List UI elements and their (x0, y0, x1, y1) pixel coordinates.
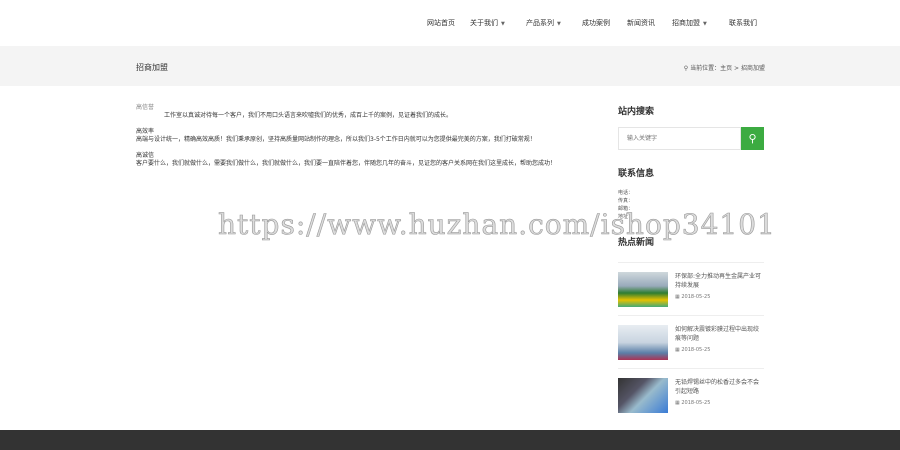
breadcrumb-label: 当前位置： (690, 65, 721, 72)
page-banner: 招商加盟 ⚲ 当前位置：主页 > 招商加盟 (0, 46, 900, 86)
nav-products-label: 产品系列 (526, 19, 554, 27)
breadcrumb: ⚲ 当前位置：主页 > 招商加盟 (684, 63, 765, 72)
paragraph: 工作室以真诚对待每一个客户，我们不用口头语言来吹嘘我们的优秀，成百上千的案例，见… (164, 112, 453, 119)
sidebar: 站内搜索 ⚲ 联系信息 电话： 传真： 邮箱： 地址： 热点新闻 环保部:全力推… (618, 104, 764, 421)
news-date: 2018-05-25 (681, 400, 711, 406)
news-title-link[interactable]: 如何解决震镀彩膜过程中出现绞痕等问题 (675, 325, 764, 343)
nav-contact[interactable]: 联系我们 (729, 18, 757, 28)
nav-cases[interactable]: 成功案例 (582, 18, 610, 28)
news-thumbnail (618, 378, 668, 413)
breadcrumb-home[interactable]: 主页 (720, 65, 732, 72)
footer (0, 430, 900, 450)
paragraph: 客户要什么，我们就做什么，需要我们做什么，我们就做什么，我们要一直陪伴着您，伴随… (136, 160, 557, 167)
nav-join[interactable]: 招商加盟 ▼ (672, 18, 707, 28)
news-date: 2018-05-25 (681, 347, 711, 353)
news-item[interactable]: 无铅焊锡丝中的松香过多会不会引起短路 ▦ 2018-05-25 (618, 368, 764, 421)
page-title: 招商加盟 (136, 63, 168, 72)
contact-fax: 传真： (618, 198, 634, 204)
breadcrumb-current: 招商加盟 (740, 65, 765, 72)
section-heading: 高诚信 (136, 152, 155, 159)
news-title-link[interactable]: 无铅焊锡丝中的松香过多会不会引起短路 (675, 378, 764, 396)
news-title-link[interactable]: 环保部:全力推动再生金属产业可持续发展 (675, 272, 764, 290)
chevron-down-icon: ▼ (557, 21, 561, 27)
news-thumbnail (618, 325, 668, 360)
search-input[interactable] (618, 127, 741, 150)
nav-home[interactable]: 网站首页 (427, 18, 455, 28)
watermark: https://www.huzhan.com/ishop34101 (218, 208, 776, 242)
news-date: 2018-05-25 (681, 294, 711, 300)
chevron-down-icon: ▼ (703, 21, 707, 27)
news-item[interactable]: 环保部:全力推动再生金属产业可持续发展 ▦ 2018-05-25 (618, 262, 764, 315)
search-title: 站内搜索 (618, 107, 655, 117)
section-heading: 高信誉 (136, 104, 155, 111)
search-box: ⚲ (618, 127, 764, 150)
breadcrumb-separator: > (734, 65, 740, 72)
search-button[interactable]: ⚲ (741, 127, 764, 150)
contact-phone: 电话： (618, 190, 634, 196)
section-heading: 高效率 (136, 128, 155, 135)
nav-about-label: 关于我们 (470, 19, 498, 27)
top-nav: 网站首页 关于我们 ▼ 产品系列 ▼ 成功案例 新闻资讯 招商加盟 ▼ 联系我们 (0, 0, 900, 46)
nav-products[interactable]: 产品系列 ▼ (526, 18, 561, 28)
nav-about[interactable]: 关于我们 ▼ (470, 18, 505, 28)
paragraph: 高端与设计统一，精确高效高质！我们秉承原创，坚持高质量网站制作的理念，所以我们3… (136, 136, 536, 143)
news-item[interactable]: 如何解决震镀彩膜过程中出现绞痕等问题 ▦ 2018-05-25 (618, 315, 764, 368)
search-icon: ⚲ (748, 133, 757, 145)
main-content: 高信誉 工作室以真诚对待每一个客户，我们不用口头语言来吹嘘我们的优秀，成百上千的… (136, 104, 576, 168)
contact-title: 联系信息 (618, 169, 655, 179)
nav-news[interactable]: 新闻资讯 (627, 18, 655, 28)
chevron-down-icon: ▼ (501, 21, 505, 27)
news-thumbnail (618, 272, 668, 307)
nav-join-label: 招商加盟 (672, 19, 700, 27)
